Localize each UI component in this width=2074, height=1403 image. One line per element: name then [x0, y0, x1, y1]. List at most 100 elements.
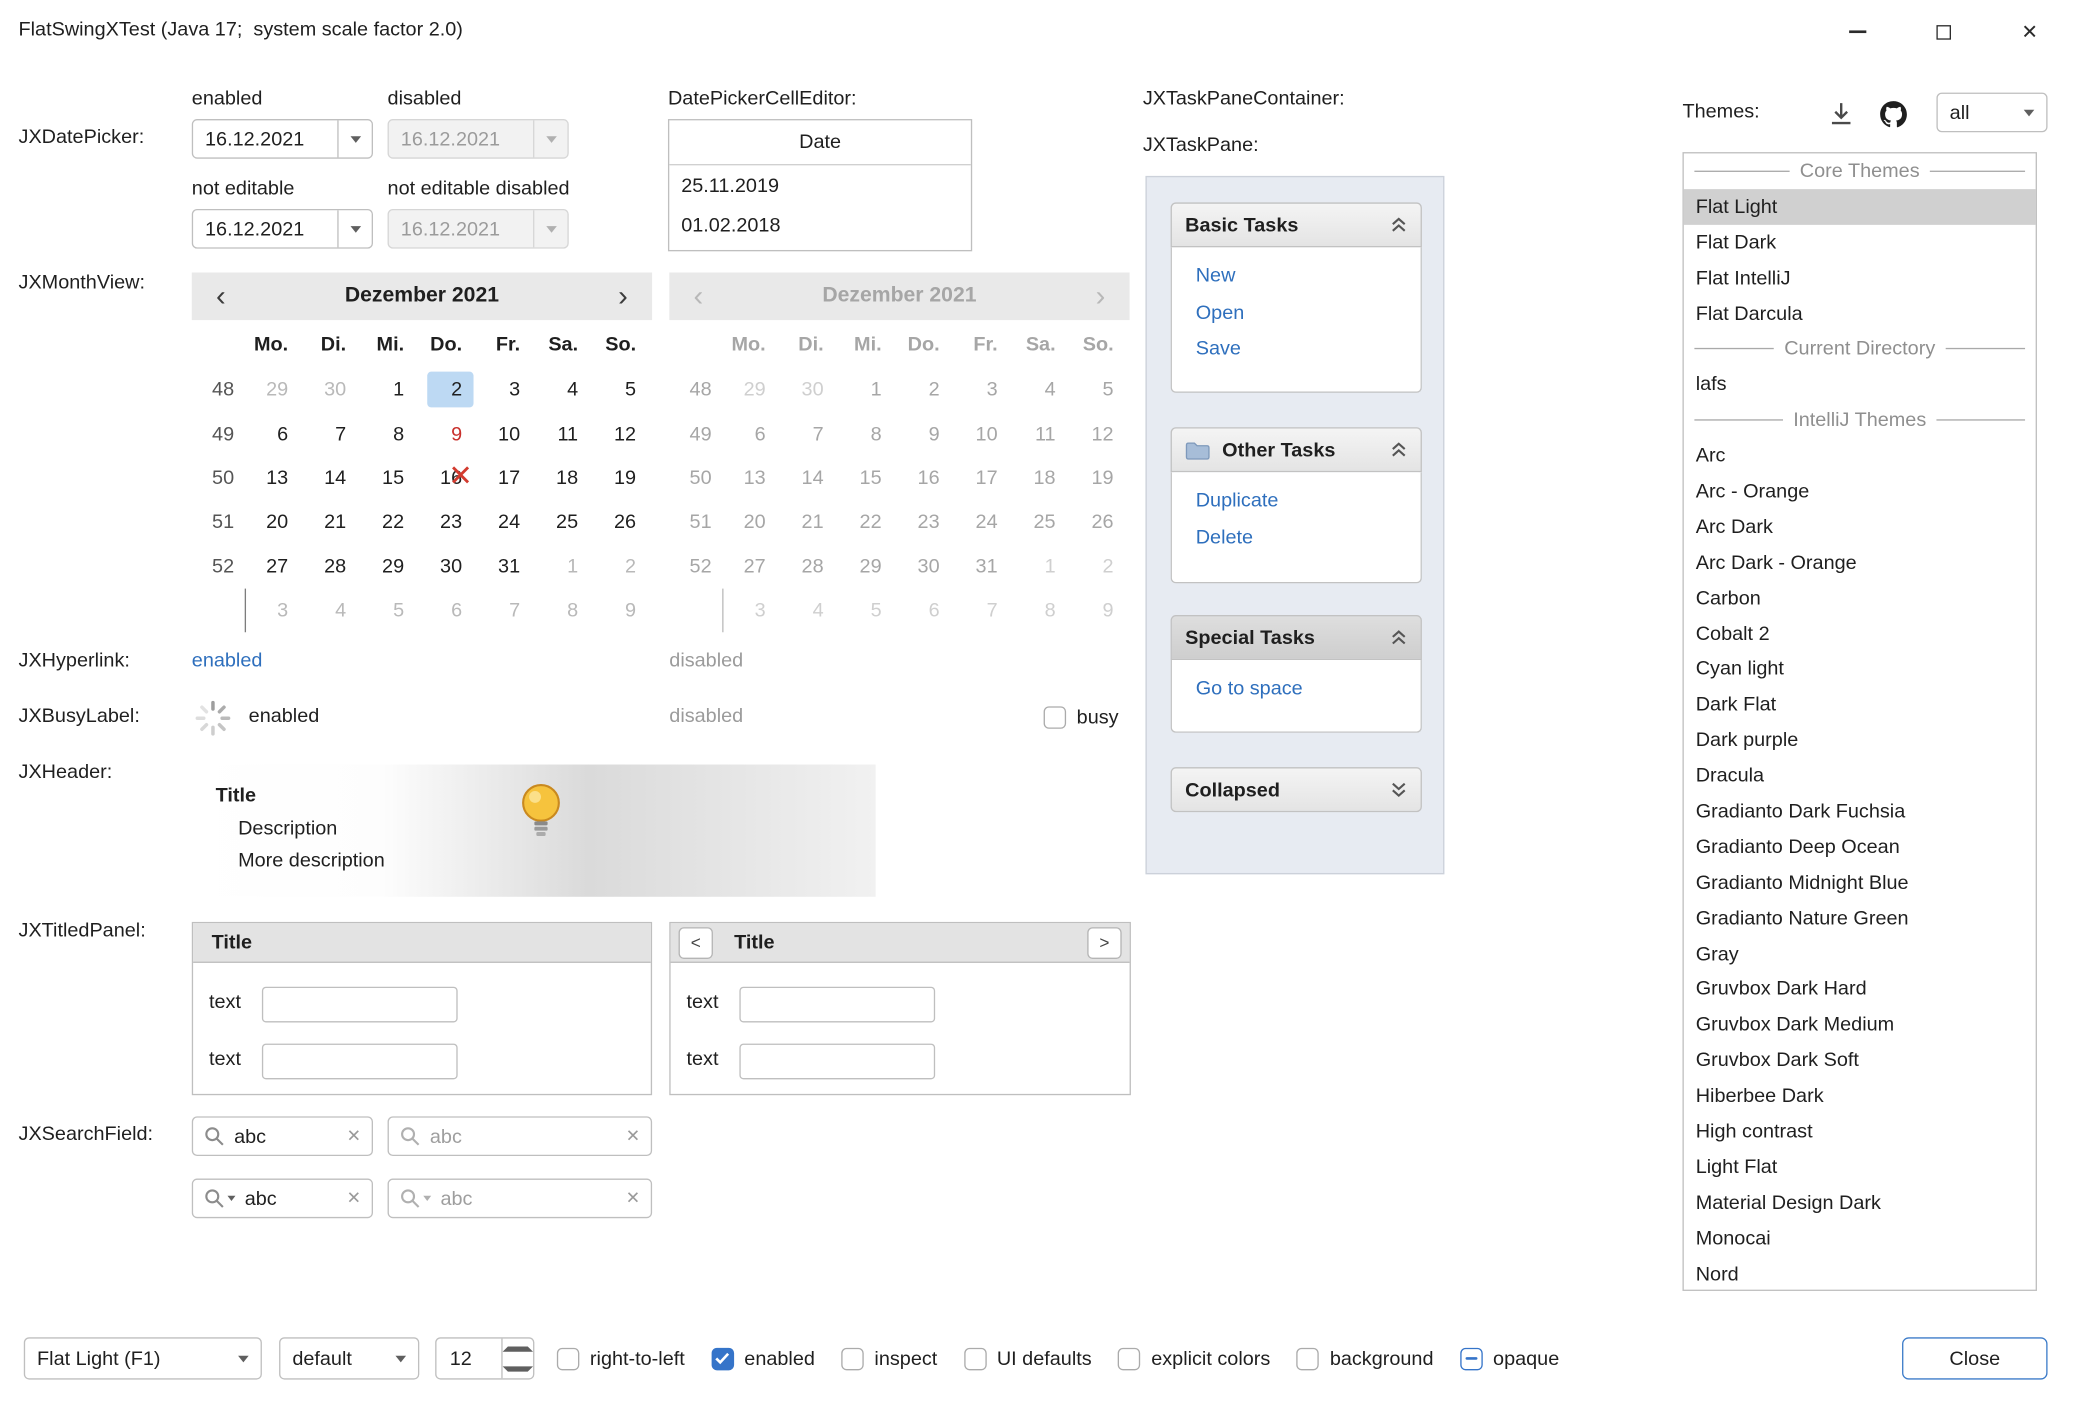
theme-list-item[interactable]: Gruvbox Dark Soft — [1684, 1043, 2036, 1079]
laf-combo[interactable]: Flat Light (F1) — [24, 1337, 262, 1379]
calendar-day[interactable]: 24 — [478, 500, 536, 544]
taskpane-link[interactable]: New — [1196, 258, 1397, 294]
search-field-3[interactable]: abc ✕ — [192, 1179, 373, 1219]
calendar-day[interactable]: 9 — [420, 412, 478, 456]
collapse-icon[interactable] — [1390, 217, 1407, 233]
next-button[interactable]: > — [1087, 927, 1121, 959]
font-size-spinner[interactable]: 12 — [435, 1337, 534, 1379]
checkbox-box[interactable] — [964, 1347, 986, 1369]
spinner-up-button[interactable] — [503, 1339, 533, 1359]
theme-list-item[interactable]: Cobalt 2 — [1684, 616, 2036, 652]
theme-list-item[interactable]: Gradianto Midnight Blue — [1684, 865, 2036, 901]
theme-list-item[interactable]: Flat IntelliJ — [1684, 260, 2036, 296]
text-field-2[interactable] — [739, 1044, 935, 1080]
theme-list-item[interactable]: Dark Flat — [1684, 687, 2036, 723]
calendar-day[interactable]: 12 — [594, 412, 652, 456]
checkbox-right-to-left[interactable]: right-to-left — [557, 1347, 685, 1369]
theme-list-item[interactable]: Gradianto Nature Green — [1684, 900, 2036, 936]
combo-dropdown-button[interactable] — [384, 1339, 418, 1379]
combo-dropdown-button[interactable] — [226, 1339, 260, 1379]
theme-list-item[interactable]: Hiberbee Dark — [1684, 1078, 2036, 1114]
taskpane-link[interactable]: Go to space — [1196, 671, 1397, 707]
taskpane-collapsed-title[interactable]: Collapsed — [1171, 767, 1422, 812]
github-button[interactable] — [1874, 95, 1911, 132]
maximize-button[interactable] — [1901, 0, 1987, 63]
calendar-day[interactable]: 28 — [304, 544, 362, 588]
theme-list-item[interactable]: Dracula — [1684, 758, 2036, 794]
font-size-value[interactable]: 12 — [436, 1347, 501, 1369]
calendar-day[interactable]: 26 — [594, 500, 652, 544]
checkbox-box[interactable] — [1460, 1347, 1482, 1369]
datepicker-dropdown-button[interactable] — [337, 120, 371, 157]
calendar-day[interactable]: 14 — [304, 456, 362, 500]
theme-list-item[interactable]: Arc Dark — [1684, 509, 2036, 545]
font-combo[interactable]: default — [279, 1337, 419, 1379]
theme-list-item[interactable]: Cyan light — [1684, 651, 2036, 687]
next-month-button[interactable]: › — [594, 274, 652, 319]
taskpane-link[interactable]: Delete — [1196, 519, 1397, 555]
calendar-day[interactable]: 5 — [362, 589, 420, 633]
calendar-day[interactable]: 15 — [362, 456, 420, 500]
calendar-day[interactable]: 11 — [536, 412, 594, 456]
prev-button[interactable]: < — [679, 927, 713, 959]
taskpane-basic-title[interactable]: Basic Tasks — [1171, 202, 1422, 247]
theme-list-item[interactable]: Flat Darcula — [1684, 296, 2036, 332]
checkbox-box[interactable] — [1044, 706, 1066, 728]
calendar-day[interactable]: 30 — [420, 544, 478, 588]
checkbox-explicit-colors[interactable]: explicit colors — [1118, 1347, 1270, 1369]
calendar-day[interactable]: 5 — [594, 368, 652, 412]
calendar-day[interactable]: 8 — [362, 412, 420, 456]
theme-list-item[interactable]: Gruvbox Dark Medium — [1684, 1007, 2036, 1043]
theme-list-item[interactable]: Gradianto Deep Ocean — [1684, 829, 2036, 865]
calendar-day[interactable]: 27 — [246, 544, 304, 588]
calendar-day[interactable]: 7 — [304, 412, 362, 456]
datepicker-enabled[interactable]: 16.12.2021 — [192, 119, 373, 159]
prev-month-button[interactable]: ‹ — [192, 274, 250, 319]
hyperlink-enabled[interactable]: enabled — [192, 649, 263, 671]
datepicker-not-editable[interactable]: 16.12.2021 — [192, 209, 373, 249]
theme-list-item[interactable]: Gradianto Dark Fuchsia — [1684, 794, 2036, 830]
close-window-button[interactable]: ✕ — [1987, 0, 2073, 63]
date-table-row[interactable]: 01.02.2018 — [669, 205, 971, 245]
theme-list-item[interactable]: High contrast — [1684, 1114, 2036, 1150]
calendar-day[interactable]: 2 — [420, 368, 478, 412]
calendar-day[interactable]: 13 — [246, 456, 304, 500]
collapse-icon[interactable] — [1390, 630, 1407, 646]
clear-icon[interactable]: ✕ — [347, 1188, 361, 1209]
text-field-1[interactable] — [739, 987, 935, 1023]
calendar-day[interactable]: 1 — [362, 368, 420, 412]
theme-list-item[interactable]: Nord — [1684, 1256, 2036, 1291]
theme-list-item[interactable]: Gruvbox Dark Hard — [1684, 972, 2036, 1008]
calendar-day[interactable]: 4 — [304, 589, 362, 633]
calendar-day[interactable]: 30 — [304, 368, 362, 412]
calendar-day[interactable]: 16 — [420, 456, 478, 500]
checkbox-background[interactable]: background — [1297, 1347, 1434, 1369]
calendar-day[interactable]: 7 — [478, 589, 536, 633]
calendar-day[interactable]: 21 — [304, 500, 362, 544]
theme-list-item[interactable]: Material Design Dark — [1684, 1185, 2036, 1221]
spinner-down-button[interactable] — [503, 1358, 533, 1378]
search-field-1[interactable]: abc ✕ — [192, 1116, 373, 1156]
calendar-day[interactable]: 3 — [478, 368, 536, 412]
themes-filter-combo[interactable]: all — [1936, 93, 2047, 133]
taskpane-link[interactable]: Open — [1196, 294, 1397, 330]
expand-icon[interactable] — [1390, 782, 1407, 798]
calendar-day[interactable]: 23 — [420, 500, 478, 544]
calendar-day[interactable]: 8 — [536, 589, 594, 633]
theme-list-item[interactable]: Gray — [1684, 936, 2036, 972]
collapse-icon[interactable] — [1390, 442, 1407, 458]
theme-list-item[interactable]: Arc Dark - Orange — [1684, 545, 2036, 581]
calendar-day[interactable]: 3 — [246, 589, 304, 633]
calendar-day[interactable]: 19 — [594, 456, 652, 500]
checkbox-box[interactable] — [711, 1347, 733, 1369]
theme-list-item[interactable]: Arc - Orange — [1684, 474, 2036, 510]
taskpane-link[interactable]: Duplicate — [1196, 483, 1397, 519]
taskpane-special-title[interactable]: Special Tasks — [1171, 615, 1422, 660]
calendar-day[interactable]: 22 — [362, 500, 420, 544]
close-button[interactable]: Close — [1902, 1337, 2047, 1379]
calendar-day[interactable]: 20 — [246, 500, 304, 544]
date-table-row[interactable]: 25.11.2019 — [669, 165, 971, 205]
theme-list-item[interactable]: Arc — [1684, 438, 2036, 474]
taskpane-link[interactable]: Save — [1196, 331, 1397, 367]
minimize-button[interactable] — [1815, 0, 1901, 63]
